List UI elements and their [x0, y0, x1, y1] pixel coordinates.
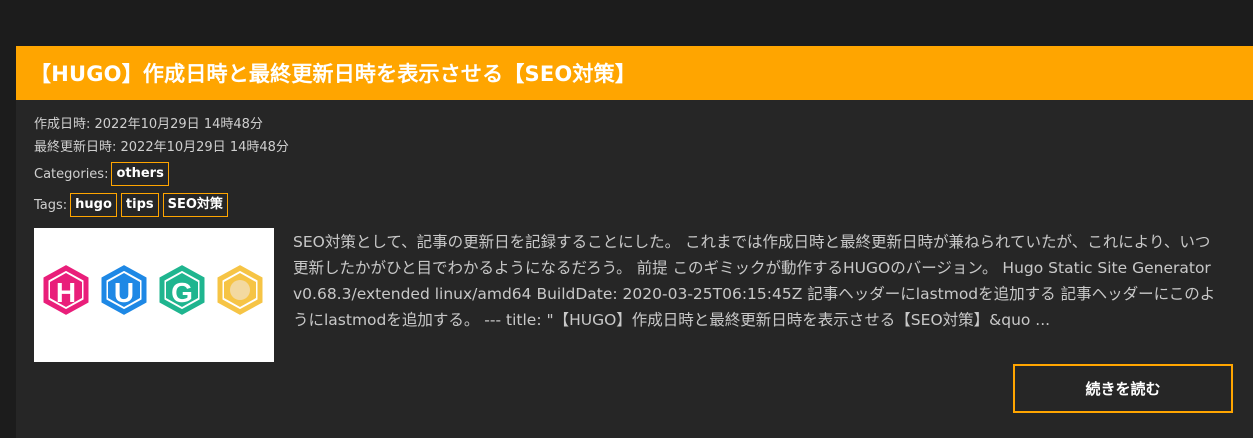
post-thumbnail[interactable]: H U G [34, 228, 274, 362]
post-title-link[interactable]: 【HUGO】作成日時と最終更新日時を表示させる【SEO対策】 [30, 58, 636, 88]
tag-chip-hugo[interactable]: hugo [70, 193, 117, 217]
post-card: 【HUGO】作成日時と最終更新日時を表示させる【SEO対策】 作成日時: 202… [16, 46, 1253, 438]
page: 【HUGO】作成日時と最終更新日時を表示させる【SEO対策】 作成日時: 202… [0, 0, 1253, 438]
hugo-logo-image: H U G [43, 265, 263, 315]
hugo-logo-g: G [159, 265, 205, 315]
hugo-logo-h: H [43, 265, 89, 315]
hugo-logo-o [217, 265, 263, 315]
tags-row: Tags: hugo tips SEO対策 [34, 191, 232, 219]
read-more-button[interactable]: 続きを読む [1013, 364, 1233, 413]
category-chip-others[interactable]: others [111, 162, 169, 186]
tags-label: Tags: [34, 197, 68, 213]
created-date: 作成日時: 2022年10月29日 14時48分 [34, 117, 263, 132]
hugo-logo-letter-h: H [56, 277, 76, 308]
hugo-logo-letter-g: G [171, 277, 193, 308]
tag-chip-tips[interactable]: tips [120, 193, 159, 217]
categories-row: Categories: others [34, 160, 173, 188]
hugo-logo-letter-o [230, 280, 250, 300]
post-title-bar: 【HUGO】作成日時と最終更新日時を表示させる【SEO対策】 [16, 46, 1253, 100]
tag-chip-seo[interactable]: SEO対策 [162, 193, 228, 217]
hugo-logo-letter-u: U [114, 277, 134, 308]
updated-date: 最終更新日時: 2022年10月29日 14時48分 [34, 140, 289, 155]
categories-label: Categories: [34, 166, 109, 182]
hugo-logo-u: U [101, 265, 147, 315]
post-excerpt: SEO対策として、記事の更新日を記録することにした。 これまでは作成日時と最終更… [293, 233, 1216, 329]
